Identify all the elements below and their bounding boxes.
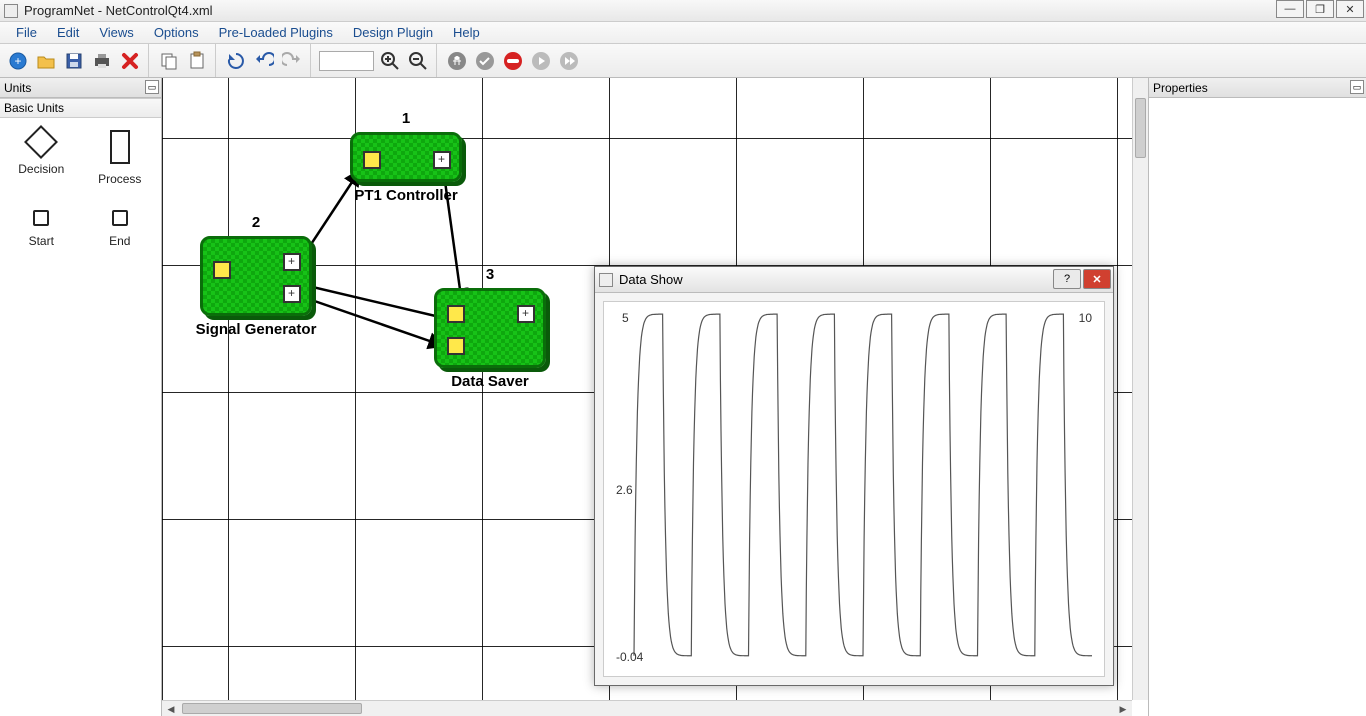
new-icon[interactable]: + (6, 49, 30, 73)
grid-line (228, 78, 229, 700)
unit-decision-label: Decision (18, 162, 64, 176)
save-icon[interactable] (62, 49, 86, 73)
port-out[interactable] (283, 253, 301, 271)
check-icon[interactable] (473, 49, 497, 73)
data-show-title: Data Show (619, 272, 1109, 287)
square-icon (112, 210, 128, 226)
pin-icon[interactable]: ▭ (145, 80, 159, 94)
svg-text:+: + (14, 54, 21, 68)
node-label: Signal Generator (196, 321, 317, 338)
stop-icon[interactable] (501, 49, 525, 73)
delete-icon[interactable] (118, 49, 142, 73)
properties-panel-header: Properties ▭ (1149, 78, 1366, 98)
y-tick-mid: 2.6 (616, 483, 633, 497)
port-in[interactable] (213, 261, 231, 279)
help-button[interactable]: ? (1053, 269, 1081, 289)
redo-icon[interactable] (280, 49, 304, 73)
unit-decision[interactable]: Decision (4, 130, 79, 186)
menubar: File Edit Views Options Pre-Loaded Plugi… (0, 22, 1366, 44)
y-tick-low: -0.04 (616, 650, 644, 664)
scrollbar-thumb[interactable] (182, 703, 362, 714)
canvas-area[interactable]: 1 PT1 Controller 2 Signal Generator (162, 78, 1148, 716)
unit-process[interactable]: Process (83, 130, 158, 186)
close-button[interactable]: ✕ (1336, 0, 1364, 18)
search-input[interactable] (319, 51, 374, 71)
zoom-in-icon[interactable] (378, 49, 402, 73)
minimize-button[interactable]: — (1276, 0, 1304, 18)
scroll-right-icon[interactable]: ▶ (1116, 702, 1130, 716)
menu-design-plugin[interactable]: Design Plugin (343, 22, 443, 43)
port-out[interactable] (517, 305, 535, 323)
port-in[interactable] (363, 151, 381, 169)
basic-units-label: Basic Units (4, 101, 64, 115)
menu-file[interactable]: File (6, 22, 47, 43)
unit-end-label: End (109, 234, 130, 248)
play-icon[interactable] (529, 49, 553, 73)
vertical-scrollbar[interactable] (1132, 78, 1148, 700)
play-forward-icon[interactable] (557, 49, 581, 73)
close-button[interactable]: ✕ (1083, 269, 1111, 289)
window-title: ProgramNet - NetControlQt4.xml (24, 3, 1362, 18)
menu-options[interactable]: Options (144, 22, 209, 43)
chart-svg: 5 2.6 -0.04 10 (604, 302, 1104, 676)
unit-end[interactable]: End (83, 210, 158, 248)
diamond-icon (24, 125, 58, 159)
horizontal-scrollbar[interactable]: ◀ ▶ (162, 700, 1132, 716)
app-icon (4, 4, 18, 18)
menu-views[interactable]: Views (89, 22, 143, 43)
menu-edit[interactable]: Edit (47, 22, 89, 43)
units-panel-header: Units ▭ (0, 78, 161, 98)
port-out[interactable] (283, 285, 301, 303)
window-titlebar: ProgramNet - NetControlQt4.xml — ❐ ✕ (0, 0, 1366, 22)
open-icon[interactable] (34, 49, 58, 73)
run-icon[interactable] (445, 49, 469, 73)
grid-line (162, 138, 1132, 139)
node-label: Data Saver (451, 373, 529, 390)
node-label: PT1 Controller (354, 187, 457, 204)
data-show-titlebar[interactable]: Data Show ? ✕ (595, 267, 1113, 293)
square-icon (33, 210, 49, 226)
rect-icon (110, 130, 130, 164)
unit-process-label: Process (98, 172, 141, 186)
units-panel: Units ▭ Basic Units Decision Process Sta… (0, 78, 162, 716)
window-icon (599, 273, 613, 287)
properties-panel-title: Properties (1153, 81, 1208, 95)
basic-units-section[interactable]: Basic Units (0, 98, 161, 118)
y-tick-high: 5 (622, 311, 629, 325)
unit-start-label: Start (29, 234, 54, 248)
paste-icon[interactable] (185, 49, 209, 73)
menu-preloaded-plugins[interactable]: Pre-Loaded Plugins (209, 22, 343, 43)
x-tick-right: 10 (1079, 311, 1093, 325)
node-number: 1 (402, 110, 410, 127)
data-show-window[interactable]: Data Show ? ✕ 5 2.6 -0.04 10 (594, 266, 1114, 686)
print-icon[interactable] (90, 49, 114, 73)
scroll-left-icon[interactable]: ◀ (164, 702, 178, 716)
port-in[interactable] (447, 305, 465, 323)
port-in[interactable] (447, 337, 465, 355)
maximize-button[interactable]: ❐ (1306, 0, 1334, 18)
scrollbar-thumb[interactable] (1135, 98, 1146, 158)
toolbar: + (0, 44, 1366, 78)
port-out[interactable] (433, 151, 451, 169)
menu-help[interactable]: Help (443, 22, 490, 43)
chart-area: 5 2.6 -0.04 10 (603, 301, 1105, 677)
properties-panel: Properties ▭ (1148, 78, 1366, 716)
grid-line (1117, 78, 1118, 700)
copy-icon[interactable] (157, 49, 181, 73)
pin-icon[interactable]: ▭ (1350, 80, 1364, 94)
zoom-out-icon[interactable] (406, 49, 430, 73)
undo-icon[interactable] (252, 49, 276, 73)
grid-line (162, 78, 163, 700)
unit-start[interactable]: Start (4, 210, 79, 248)
node-signal-generator[interactable]: 2 Signal Generator (200, 236, 312, 316)
refresh-icon[interactable] (224, 49, 248, 73)
node-data-saver[interactable]: 3 Data Saver (434, 288, 546, 368)
node-number: 2 (252, 214, 260, 231)
units-panel-title: Units (4, 81, 31, 95)
node-number: 3 (486, 266, 494, 283)
node-pt1-controller[interactable]: 1 PT1 Controller (350, 132, 462, 182)
